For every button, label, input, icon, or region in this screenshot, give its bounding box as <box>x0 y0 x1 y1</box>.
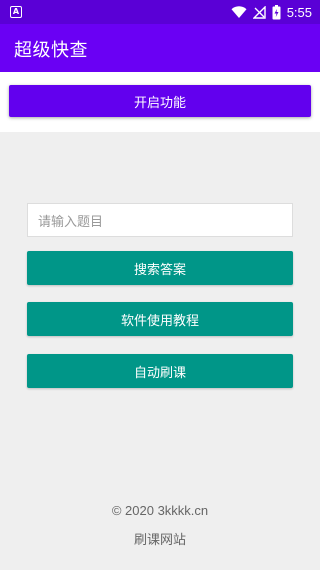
wifi-icon <box>231 5 247 18</box>
status-bar: A 5:55 <box>0 0 320 24</box>
tutorial-button[interactable]: 软件使用教程 <box>27 302 293 336</box>
question-input[interactable]: 请输入题目 <box>27 203 293 237</box>
battery-icon <box>272 4 281 19</box>
status-time: 5:55 <box>286 4 312 20</box>
status-icons: 5:55 <box>231 3 312 21</box>
app-title: 超级快查 <box>14 40 88 61</box>
auto-course-button[interactable]: 自动刷课 <box>27 354 293 388</box>
footer-site-link[interactable]: 刷课网站 <box>0 529 320 548</box>
app-bar: 超级快查 <box>0 24 320 72</box>
footer-copyright: © 2020 3kkkk.cn <box>111 503 209 518</box>
top-panel: 开启功能 <box>0 72 320 132</box>
search-answer-button[interactable]: 搜索答案 <box>27 251 293 285</box>
enable-function-button[interactable]: 开启功能 <box>9 85 311 117</box>
notification-a-icon: A <box>10 6 22 18</box>
signal-icon <box>252 5 266 19</box>
